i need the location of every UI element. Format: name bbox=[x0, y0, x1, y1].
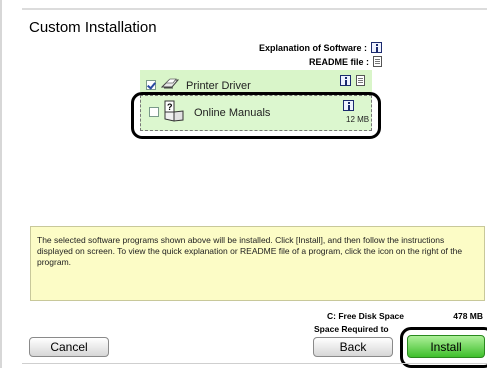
annotation-ring-online-manuals bbox=[131, 92, 381, 139]
installer-window: Custom Installation Explanation of Softw… bbox=[0, 0, 487, 368]
free-disk-value: 478 MB bbox=[453, 311, 483, 321]
legend-explanation-label: Explanation of Software : bbox=[258, 42, 367, 53]
top-divider bbox=[22, 8, 487, 10]
legend-readme: README file : bbox=[309, 56, 382, 67]
left-border bbox=[0, 0, 2, 368]
list-item-printer-driver[interactable]: Printer Driver bbox=[140, 70, 372, 92]
legend-explanation: Explanation of Software : bbox=[259, 42, 382, 53]
annotation-ring-install bbox=[400, 327, 487, 368]
printer-driver-readme-icon[interactable] bbox=[356, 75, 365, 86]
space-required-label: Space Required to bbox=[314, 324, 389, 334]
description-panel: The selected software programs shown abo… bbox=[30, 226, 485, 301]
back-button[interactable]: Back bbox=[313, 337, 393, 357]
printer-driver-checkbox[interactable] bbox=[146, 80, 156, 90]
page-title: Custom Installation bbox=[29, 19, 157, 36]
readme-doc-icon bbox=[373, 56, 382, 67]
description-text: The selected software programs shown abo… bbox=[37, 235, 463, 267]
info-icon bbox=[371, 42, 382, 53]
free-disk-label: C: Free Disk Space bbox=[327, 311, 405, 321]
printer-driver-info-icon[interactable] bbox=[340, 75, 351, 86]
printer-driver-label: Printer Driver bbox=[186, 80, 251, 92]
legend-readme-label: README file : bbox=[308, 56, 369, 67]
bottom-divider bbox=[22, 363, 487, 364]
cancel-button[interactable]: Cancel bbox=[29, 337, 109, 357]
printer-icon bbox=[161, 78, 179, 89]
